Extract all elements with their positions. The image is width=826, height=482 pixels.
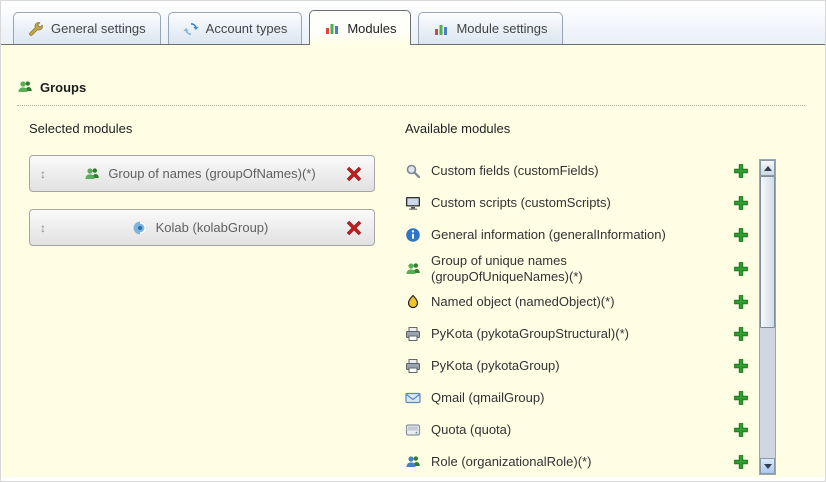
modules-panel: Groups Selected modules Available module… xyxy=(1,45,825,477)
custom-fields-icon xyxy=(405,163,421,179)
available-module-row: Qmail (qmailGroup) xyxy=(405,382,757,414)
group-icon xyxy=(84,166,100,182)
tabs: General settings Account types Modules M… xyxy=(13,10,563,44)
available-module-row: Custom scripts (customScripts) xyxy=(405,187,757,219)
add-module-button[interactable] xyxy=(733,226,751,244)
remove-module-button[interactable] xyxy=(346,219,364,237)
add-module-button[interactable] xyxy=(733,194,751,212)
selected-module-row[interactable]: ↕ Group of names (groupOfNames)(*) xyxy=(29,155,375,192)
add-module-button[interactable] xyxy=(733,162,751,180)
info-icon xyxy=(405,227,421,243)
module-label: Group of names (groupOfNames)(*) xyxy=(108,166,315,181)
group-icon xyxy=(405,261,421,277)
role-icon xyxy=(405,454,421,470)
printer-icon xyxy=(405,326,421,342)
tab-label: Module settings xyxy=(456,21,547,36)
available-module-row: Custom fields (customFields) xyxy=(405,155,757,187)
selected-module-content: Group of names (groupOfNames)(*) xyxy=(54,166,346,182)
arrow-up-icon xyxy=(764,166,772,171)
groups-section-header: Groups xyxy=(17,79,86,95)
wrench-icon xyxy=(28,21,44,37)
account-types-icon xyxy=(183,21,199,37)
available-module-row: Named object (namedObject)(*) xyxy=(405,286,757,318)
tab-account-types[interactable]: Account types xyxy=(168,12,303,44)
module-label: Custom scripts (customScripts) xyxy=(431,195,733,211)
tab-label: General settings xyxy=(51,21,146,36)
available-modules-heading: Available modules xyxy=(405,121,510,136)
scrollbar-thumb[interactable] xyxy=(760,176,775,328)
add-module-button[interactable] xyxy=(733,453,751,471)
available-module-row: General information (generalInformation) xyxy=(405,219,757,251)
kolab-icon xyxy=(132,220,148,236)
custom-scripts-icon xyxy=(405,195,421,211)
tab-general-settings[interactable]: General settings xyxy=(13,12,161,44)
add-module-button[interactable] xyxy=(733,421,751,439)
section-divider xyxy=(17,105,805,106)
available-module-row: PyKota (pykotaGroupStructural)(*) xyxy=(405,318,757,350)
module-label: Role (organizationalRole)(*) xyxy=(431,454,733,470)
modules-icon xyxy=(324,20,340,36)
module-label: Kolab (kolabGroup) xyxy=(156,220,269,235)
tab-label: Account types xyxy=(206,21,288,36)
tab-strip: General settings Account types Modules M… xyxy=(1,1,825,45)
available-module-row: Role (organizationalRole)(*) xyxy=(405,446,757,478)
module-label: PyKota (pykotaGroup) xyxy=(431,358,733,374)
tab-label: Modules xyxy=(347,21,396,36)
selected-module-content: Kolab (kolabGroup) xyxy=(54,220,346,236)
module-label: PyKota (pykotaGroupStructural)(*) xyxy=(431,326,733,342)
module-label: General information (generalInformation) xyxy=(431,227,733,243)
module-label: Quota (quota) xyxy=(431,422,733,438)
arrow-down-icon xyxy=(764,464,772,469)
selected-modules-list: ↕ Group of names (groupOfNames)(*) ↕ xyxy=(29,155,375,246)
available-module-row: Quota (quota) xyxy=(405,414,757,446)
group-icon xyxy=(17,79,33,95)
add-module-button[interactable] xyxy=(733,293,751,311)
scrollbar-up-button[interactable] xyxy=(760,160,775,176)
quota-icon xyxy=(405,422,421,438)
mail-icon xyxy=(405,390,421,406)
remove-module-button[interactable] xyxy=(346,165,364,183)
available-module-row: Group of unique names (groupOfUniqueName… xyxy=(405,251,757,286)
module-settings-icon xyxy=(433,21,449,37)
add-module-button[interactable] xyxy=(733,325,751,343)
add-module-button[interactable] xyxy=(733,357,751,375)
tab-module-settings[interactable]: Module settings xyxy=(418,12,562,44)
add-module-button[interactable] xyxy=(733,260,751,278)
scrollbar-down-button[interactable] xyxy=(760,458,775,474)
module-label: Qmail (qmailGroup) xyxy=(431,390,733,406)
module-label: Named object (namedObject)(*) xyxy=(431,294,733,310)
module-label: Custom fields (customFields) xyxy=(431,163,733,179)
module-label: Group of unique names (groupOfUniqueName… xyxy=(431,253,733,284)
printer-icon xyxy=(405,358,421,374)
tab-modules[interactable]: Modules xyxy=(309,10,411,45)
section-title: Groups xyxy=(40,80,86,95)
available-module-row: PyKota (pykotaGroup) xyxy=(405,350,757,382)
drag-handle-icon[interactable]: ↕ xyxy=(40,167,54,181)
drag-handle-icon[interactable]: ↕ xyxy=(40,221,54,235)
add-module-button[interactable] xyxy=(733,389,751,407)
available-modules-scrollbar[interactable] xyxy=(759,159,776,475)
available-modules-list: Custom fields (customFields) Custom scri… xyxy=(405,155,757,478)
selected-modules-heading: Selected modules xyxy=(29,121,132,136)
lam-configuration-window: General settings Account types Modules M… xyxy=(0,0,826,482)
selected-module-row[interactable]: ↕ Kolab (kolabGroup) xyxy=(29,209,375,246)
named-object-icon xyxy=(405,294,421,310)
